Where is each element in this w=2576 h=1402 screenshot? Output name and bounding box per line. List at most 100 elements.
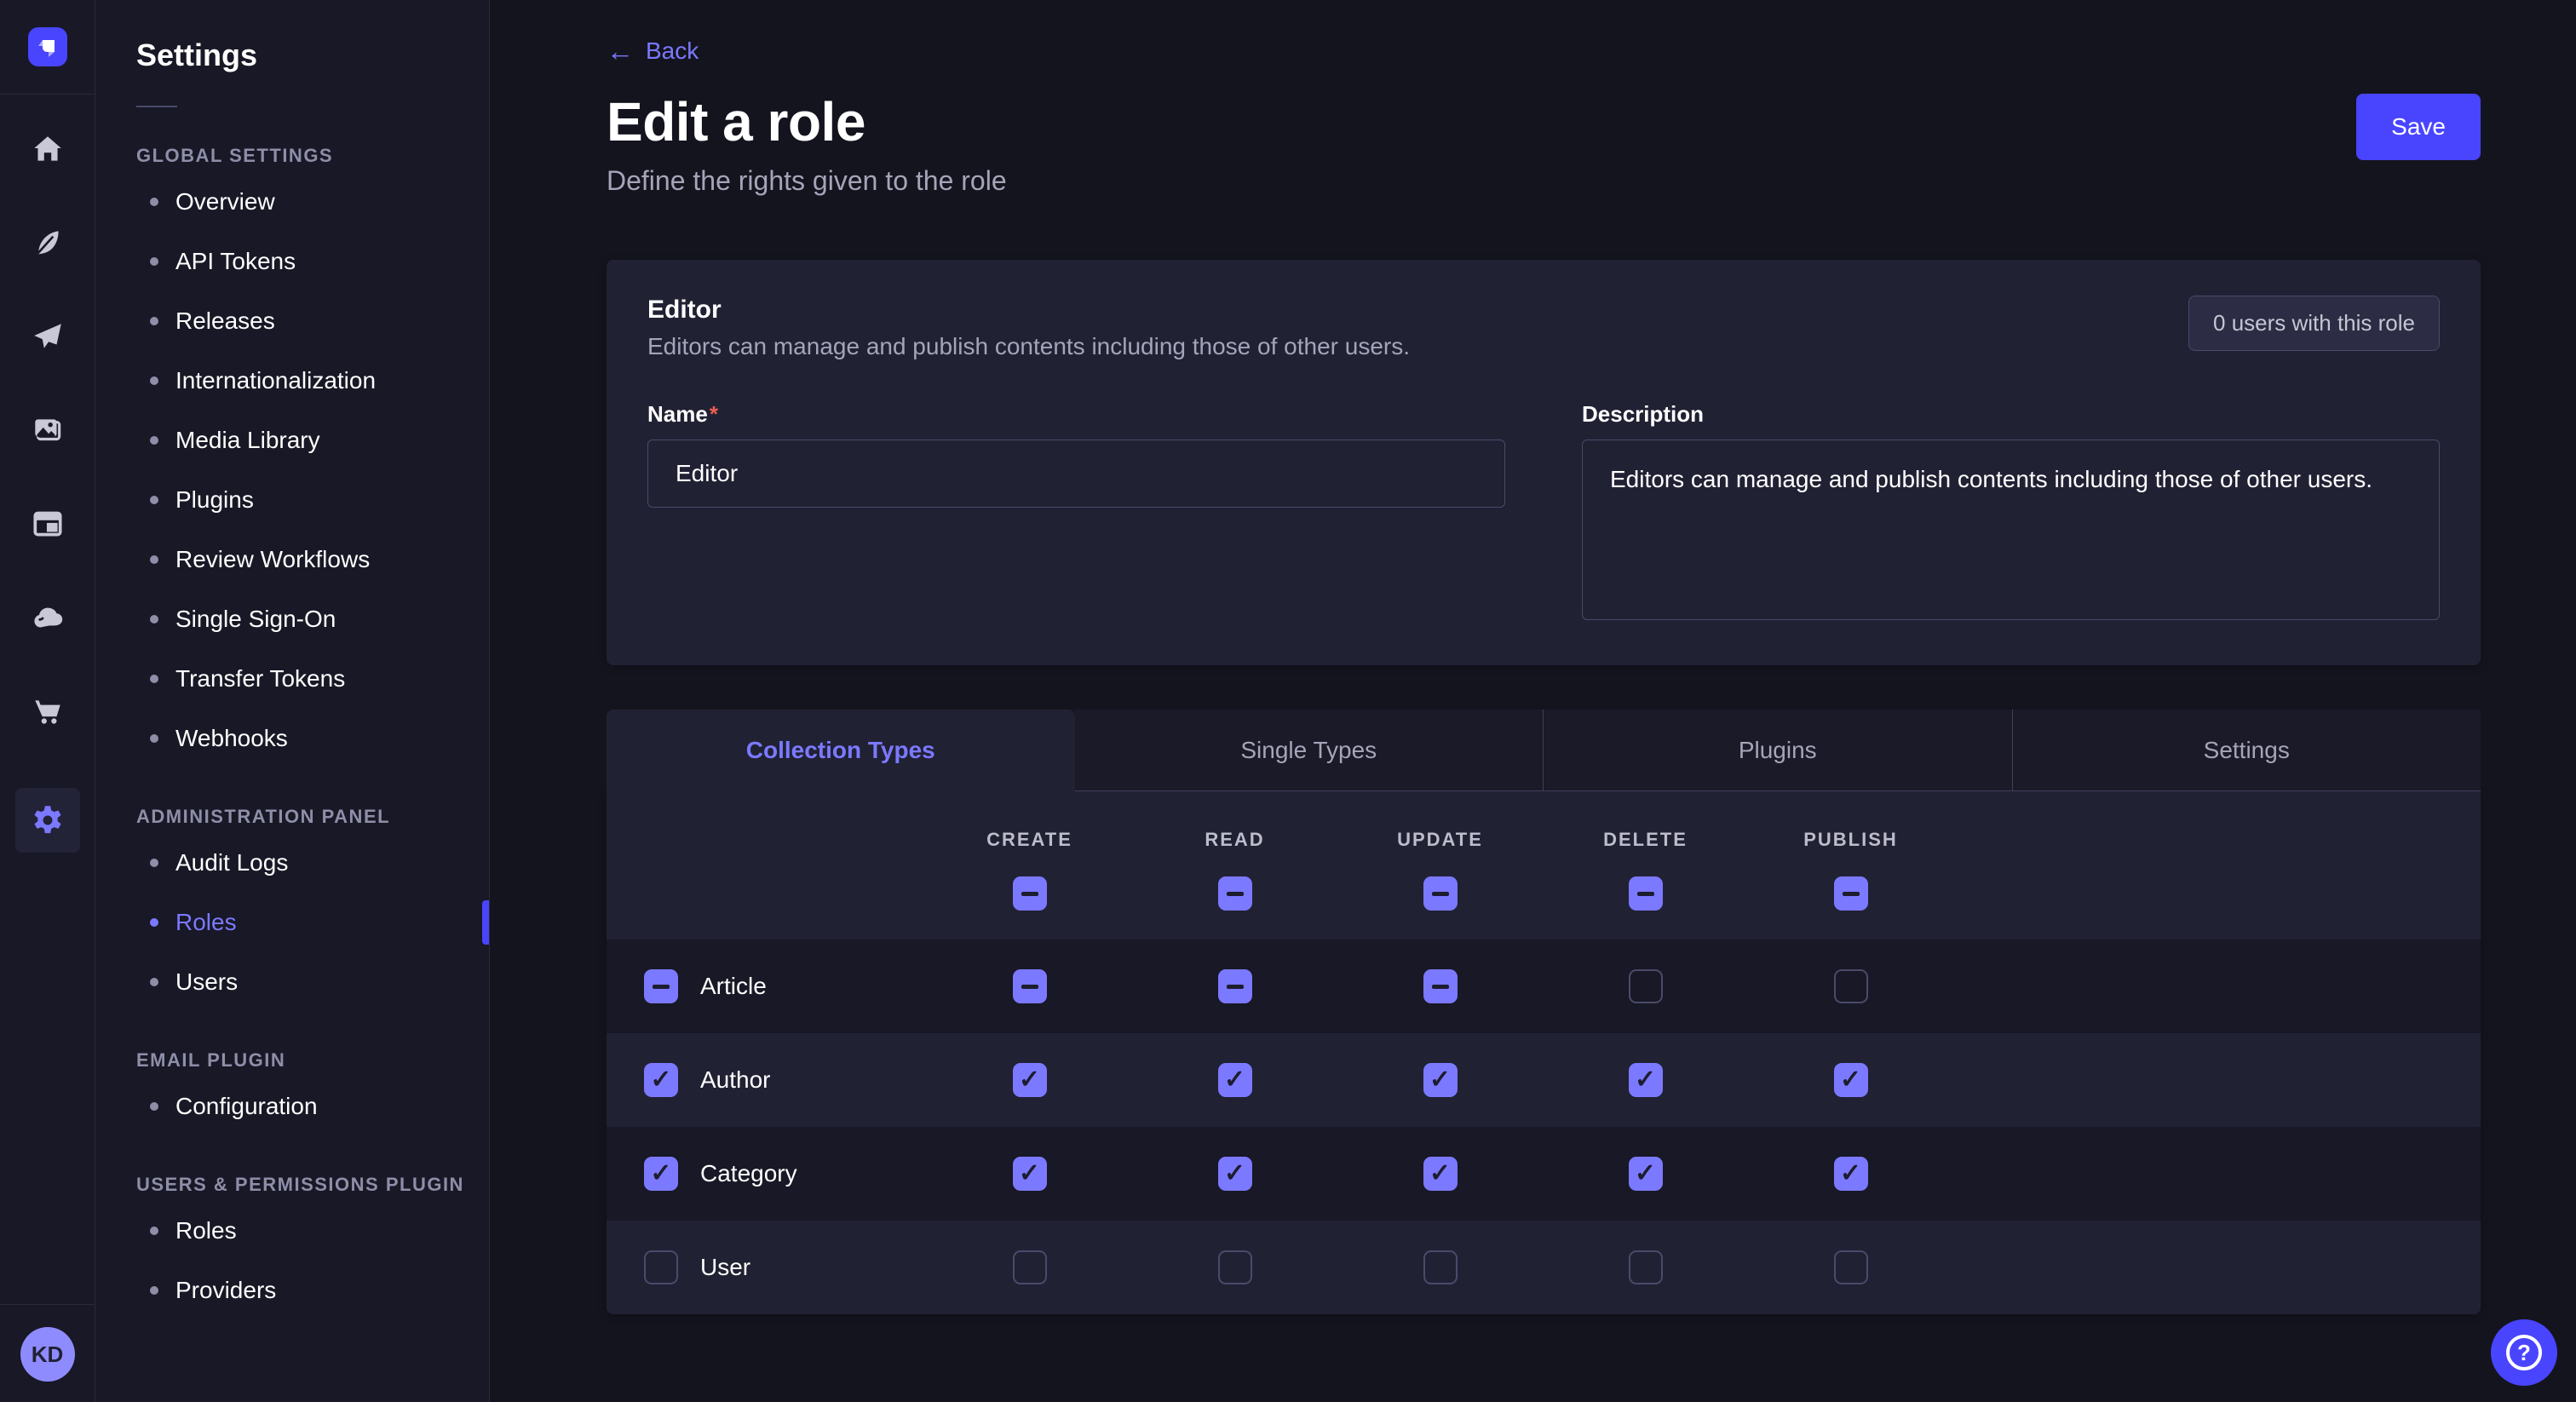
bullet-icon bbox=[150, 918, 158, 927]
sidebar-item-plugins[interactable]: Plugins bbox=[95, 470, 489, 530]
permission-row-author: Author bbox=[607, 1033, 2481, 1127]
article-delete-checkbox[interactable] bbox=[1629, 969, 1663, 1003]
row-name-cell: Article bbox=[607, 969, 927, 1003]
author-publish-checkbox[interactable] bbox=[1834, 1063, 1868, 1097]
permission-row-category: Category bbox=[607, 1127, 2481, 1221]
marketplace-cart-icon[interactable] bbox=[15, 679, 80, 744]
row-label: User bbox=[700, 1254, 750, 1281]
back-link[interactable]: ← Back bbox=[607, 37, 699, 65]
title-row: Edit a role Define the rights given to t… bbox=[607, 90, 2481, 197]
row-name-cell: Category bbox=[607, 1157, 927, 1191]
category-publish-checkbox[interactable] bbox=[1834, 1157, 1868, 1191]
permissions-header: CREATEREADUPDATEDELETEPUBLISH bbox=[607, 791, 2481, 939]
permissions-header-checkboxes bbox=[607, 876, 2481, 911]
content-builder-feather-icon[interactable] bbox=[15, 210, 80, 275]
select-all-publish-checkbox[interactable] bbox=[1834, 876, 1868, 911]
sidebar-item-review-workflows[interactable]: Review Workflows bbox=[95, 530, 489, 589]
bullet-icon bbox=[150, 376, 158, 385]
row-name-cell: User bbox=[607, 1250, 927, 1284]
sidebar-item-transfer-tokens[interactable]: Transfer Tokens bbox=[95, 649, 489, 709]
bullet-icon bbox=[150, 198, 158, 206]
article-read-checkbox[interactable] bbox=[1218, 969, 1252, 1003]
category-row-checkbox[interactable] bbox=[644, 1157, 678, 1191]
author-update-checkbox[interactable] bbox=[1423, 1063, 1458, 1097]
sidebar-item-media-library[interactable]: Media Library bbox=[95, 411, 489, 470]
sidebar-item-roles[interactable]: Roles bbox=[95, 1201, 489, 1261]
checkbox-cell bbox=[1748, 1063, 1953, 1097]
checkbox-cell bbox=[1748, 969, 1953, 1003]
name-field-group: Name* bbox=[647, 401, 1505, 624]
avatar[interactable]: KD bbox=[20, 1327, 75, 1382]
author-delete-checkbox[interactable] bbox=[1629, 1063, 1663, 1097]
checkbox-cell bbox=[1132, 1250, 1337, 1284]
tab-settings[interactable]: Settings bbox=[2012, 710, 2481, 791]
select-all-read-checkbox[interactable] bbox=[1218, 876, 1252, 911]
sidebar-item-users[interactable]: Users bbox=[95, 952, 489, 1012]
permissions-column-labels: CREATEREADUPDATEDELETEPUBLISH bbox=[607, 829, 2481, 851]
bullet-icon bbox=[150, 978, 158, 986]
category-update-checkbox[interactable] bbox=[1423, 1157, 1458, 1191]
sidebar-item-webhooks[interactable]: Webhooks bbox=[95, 709, 489, 768]
category-delete-checkbox[interactable] bbox=[1629, 1157, 1663, 1191]
sidebar-item-providers[interactable]: Providers bbox=[95, 1261, 489, 1320]
content-manager-panel-icon[interactable] bbox=[15, 491, 80, 556]
article-create-checkbox[interactable] bbox=[1013, 969, 1047, 1003]
sidebar-item-internationalization[interactable]: Internationalization bbox=[95, 351, 489, 411]
checkbox-cell bbox=[1543, 1157, 1748, 1191]
users-count-badge[interactable]: 0 users with this role bbox=[2188, 296, 2440, 351]
checkbox-cell bbox=[1748, 876, 1953, 911]
column-label-read: READ bbox=[1132, 829, 1337, 851]
cloud-icon[interactable] bbox=[15, 585, 80, 650]
checkbox-cell bbox=[1748, 1250, 1953, 1284]
rail-icon-list bbox=[15, 117, 80, 853]
strapi-logo[interactable] bbox=[28, 27, 67, 66]
sidebar-item-roles[interactable]: Roles bbox=[95, 893, 489, 952]
role-description-textarea[interactable]: Editors can manage and publish contents … bbox=[1582, 440, 2440, 620]
sidebar-item-configuration[interactable]: Configuration bbox=[95, 1077, 489, 1136]
user-delete-checkbox[interactable] bbox=[1629, 1250, 1663, 1284]
home-icon[interactable] bbox=[15, 117, 80, 181]
category-read-checkbox[interactable] bbox=[1218, 1157, 1252, 1191]
tab-collection-types[interactable]: Collection Types bbox=[607, 710, 1075, 791]
sidebar-item-single-sign-on[interactable]: Single Sign-On bbox=[95, 589, 489, 649]
subnav-title-rule bbox=[136, 106, 177, 107]
article-publish-checkbox[interactable] bbox=[1834, 969, 1868, 1003]
deploy-paper-plane-icon[interactable] bbox=[15, 304, 80, 369]
select-all-delete-checkbox[interactable] bbox=[1629, 876, 1663, 911]
user-row-checkbox[interactable] bbox=[644, 1250, 678, 1284]
settings-gear-icon[interactable] bbox=[15, 788, 80, 853]
user-publish-checkbox[interactable] bbox=[1834, 1250, 1868, 1284]
media-library-images-icon[interactable] bbox=[15, 398, 80, 463]
article-update-checkbox[interactable] bbox=[1423, 969, 1458, 1003]
permissions-rows: Article Author Category User bbox=[607, 939, 2481, 1314]
row-label: Category bbox=[700, 1160, 797, 1187]
tab-plugins[interactable]: Plugins bbox=[1543, 710, 2012, 791]
user-read-checkbox[interactable] bbox=[1218, 1250, 1252, 1284]
sidebar-item-audit-logs[interactable]: Audit Logs bbox=[95, 833, 489, 893]
category-create-checkbox[interactable] bbox=[1013, 1157, 1047, 1191]
rail-bottom-divider bbox=[0, 1304, 95, 1305]
nav-section-heading: GLOBAL SETTINGS bbox=[136, 145, 489, 167]
sidebar-item-label: Overview bbox=[175, 188, 275, 215]
sidebar-item-label: Internationalization bbox=[175, 367, 376, 394]
help-button[interactable]: ? bbox=[2491, 1319, 2557, 1386]
article-row-checkbox[interactable] bbox=[644, 969, 678, 1003]
author-create-checkbox[interactable] bbox=[1013, 1063, 1047, 1097]
settings-subnav: Settings GLOBAL SETTINGSOverviewAPI Toke… bbox=[95, 0, 490, 1402]
question-mark-icon: ? bbox=[2506, 1335, 2542, 1370]
user-update-checkbox[interactable] bbox=[1423, 1250, 1458, 1284]
select-all-update-checkbox[interactable] bbox=[1423, 876, 1458, 911]
role-name-input[interactable] bbox=[647, 440, 1505, 508]
select-all-create-checkbox[interactable] bbox=[1013, 876, 1047, 911]
description-label: Description bbox=[1582, 401, 1704, 427]
sidebar-item-releases[interactable]: Releases bbox=[95, 291, 489, 351]
tab-single-types[interactable]: Single Types bbox=[1075, 710, 1544, 791]
user-create-checkbox[interactable] bbox=[1013, 1250, 1047, 1284]
bullet-icon bbox=[150, 317, 158, 325]
sidebar-item-api-tokens[interactable]: API Tokens bbox=[95, 232, 489, 291]
author-row-checkbox[interactable] bbox=[644, 1063, 678, 1097]
sidebar-item-overview[interactable]: Overview bbox=[95, 172, 489, 232]
sidebar-item-label: Roles bbox=[175, 1217, 237, 1244]
save-button[interactable]: Save bbox=[2356, 94, 2481, 160]
author-read-checkbox[interactable] bbox=[1218, 1063, 1252, 1097]
